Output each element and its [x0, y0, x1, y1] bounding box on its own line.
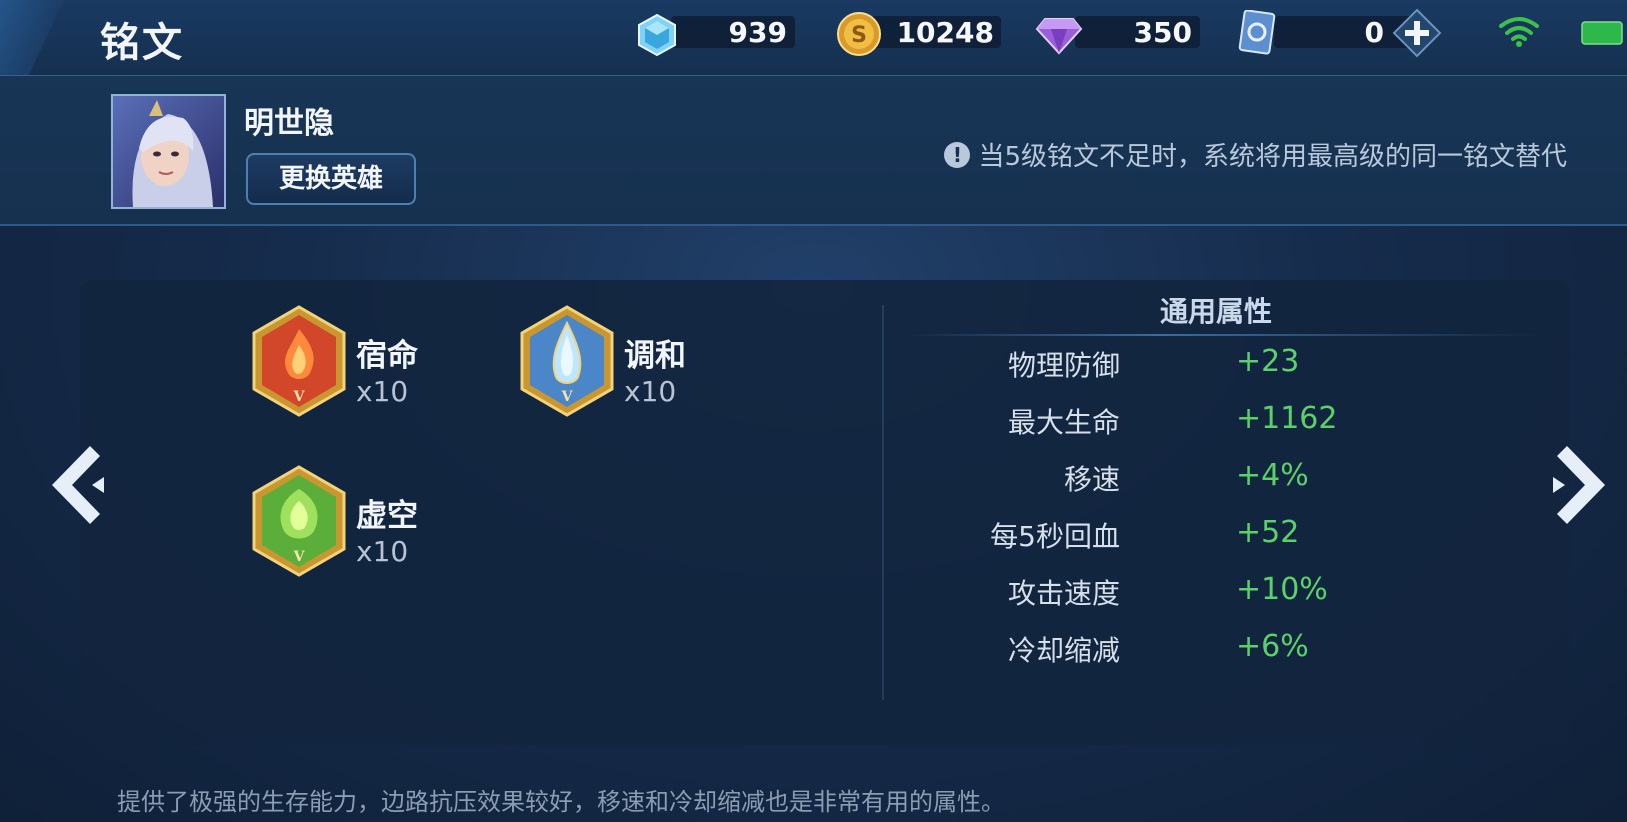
- notice-text: 当5级铭文不足时，系统将用最高级的同一铭文替代: [978, 142, 1567, 172]
- rune-level: V: [561, 389, 574, 405]
- hero-portrait[interactable]: [111, 94, 226, 209]
- panel-divider: [882, 305, 884, 700]
- rune-water-icon: V: [520, 305, 614, 417]
- attribute-value: +23: [1236, 344, 1300, 379]
- change-hero-button[interactable]: 更换英雄: [246, 153, 416, 205]
- rune-description: 提供了极强的生存能力，边路抗压效果较好，移速和冷却缩减也是非常有用的属性。: [117, 788, 1005, 816]
- rune-count: x10: [624, 375, 677, 408]
- rune-item-xukong[interactable]: V 虚空 x10: [250, 465, 450, 580]
- crystal-icon: [638, 13, 676, 57]
- attribute-row: 移速 +4%: [900, 458, 1560, 498]
- attribute-row: 攻击速度 +10%: [900, 572, 1560, 612]
- attribute-row: 每5秒回血 +52: [900, 515, 1560, 555]
- rune-leaf-icon: V: [252, 465, 346, 577]
- crystal-resource[interactable]: 939: [635, 13, 795, 57]
- voucher-icon: [1238, 10, 1276, 55]
- battery-icon: [1581, 21, 1623, 45]
- attribute-value: +52: [1236, 515, 1300, 550]
- attribute-row: 冷却缩减 +6%: [900, 629, 1560, 669]
- attribute-label: 物理防御: [1007, 349, 1120, 382]
- rune-name: 虚空: [356, 498, 418, 534]
- rune-level: V: [293, 549, 306, 565]
- next-arrow-button[interactable]: [1545, 440, 1615, 530]
- attribute-value: +6%: [1236, 629, 1309, 664]
- rune-item-tiaohe[interactable]: V 调和 x10: [518, 305, 718, 420]
- voucher-resource[interactable]: 0: [1236, 8, 1451, 58]
- hero-name: 明世隐: [244, 106, 334, 141]
- attribute-label: 攻击速度: [1007, 577, 1120, 610]
- rune-count: x10: [356, 535, 409, 568]
- wifi-icon: [1499, 17, 1539, 47]
- voucher-count: 0: [1364, 16, 1384, 49]
- crystal-count: 939: [728, 16, 787, 49]
- attributes-title: 通用属性: [1160, 295, 1273, 328]
- attributes-underline: [904, 334, 1544, 336]
- attribute-label: 最大生命: [1007, 406, 1120, 439]
- diamond-resource[interactable]: 350: [1035, 13, 1200, 55]
- prev-arrow-button[interactable]: [42, 440, 112, 530]
- attribute-label: 移速: [1063, 463, 1120, 496]
- exclamation-icon: !: [944, 141, 971, 168]
- rune-count: x10: [356, 375, 409, 408]
- gold-resource[interactable]: S 10248: [836, 12, 1001, 56]
- page-title: 铭文: [100, 20, 184, 66]
- rune-name: 宿命: [356, 338, 418, 374]
- rune-name: 调和: [624, 338, 686, 374]
- diamond-icon: [1035, 18, 1083, 55]
- add-voucher-button[interactable]: [1392, 8, 1442, 58]
- notice: ! 当5级铭文不足时，系统将用最高级的同一铭文替代: [944, 136, 1567, 173]
- diamond-count: 350: [1133, 16, 1192, 49]
- attribute-value: +10%: [1236, 572, 1328, 607]
- gold-count: 10248: [896, 16, 994, 49]
- rune-item-suming[interactable]: V 宿命 x10: [250, 305, 450, 420]
- rune-level: V: [293, 389, 306, 405]
- topbar-decoration: [0, 0, 80, 75]
- attribute-label: 冷却缩减: [1007, 634, 1120, 667]
- attribute-row: 物理防御 +23: [900, 344, 1560, 384]
- svg-text:S: S: [851, 23, 867, 48]
- hero-avatar: [113, 96, 224, 207]
- attribute-row: 最大生命 +1162: [900, 401, 1560, 441]
- attribute-value: +4%: [1236, 458, 1309, 493]
- rune-fire-icon: V: [252, 305, 346, 417]
- attribute-value: +1162: [1236, 401, 1338, 436]
- attribute-label: 每5秒回血: [990, 520, 1120, 553]
